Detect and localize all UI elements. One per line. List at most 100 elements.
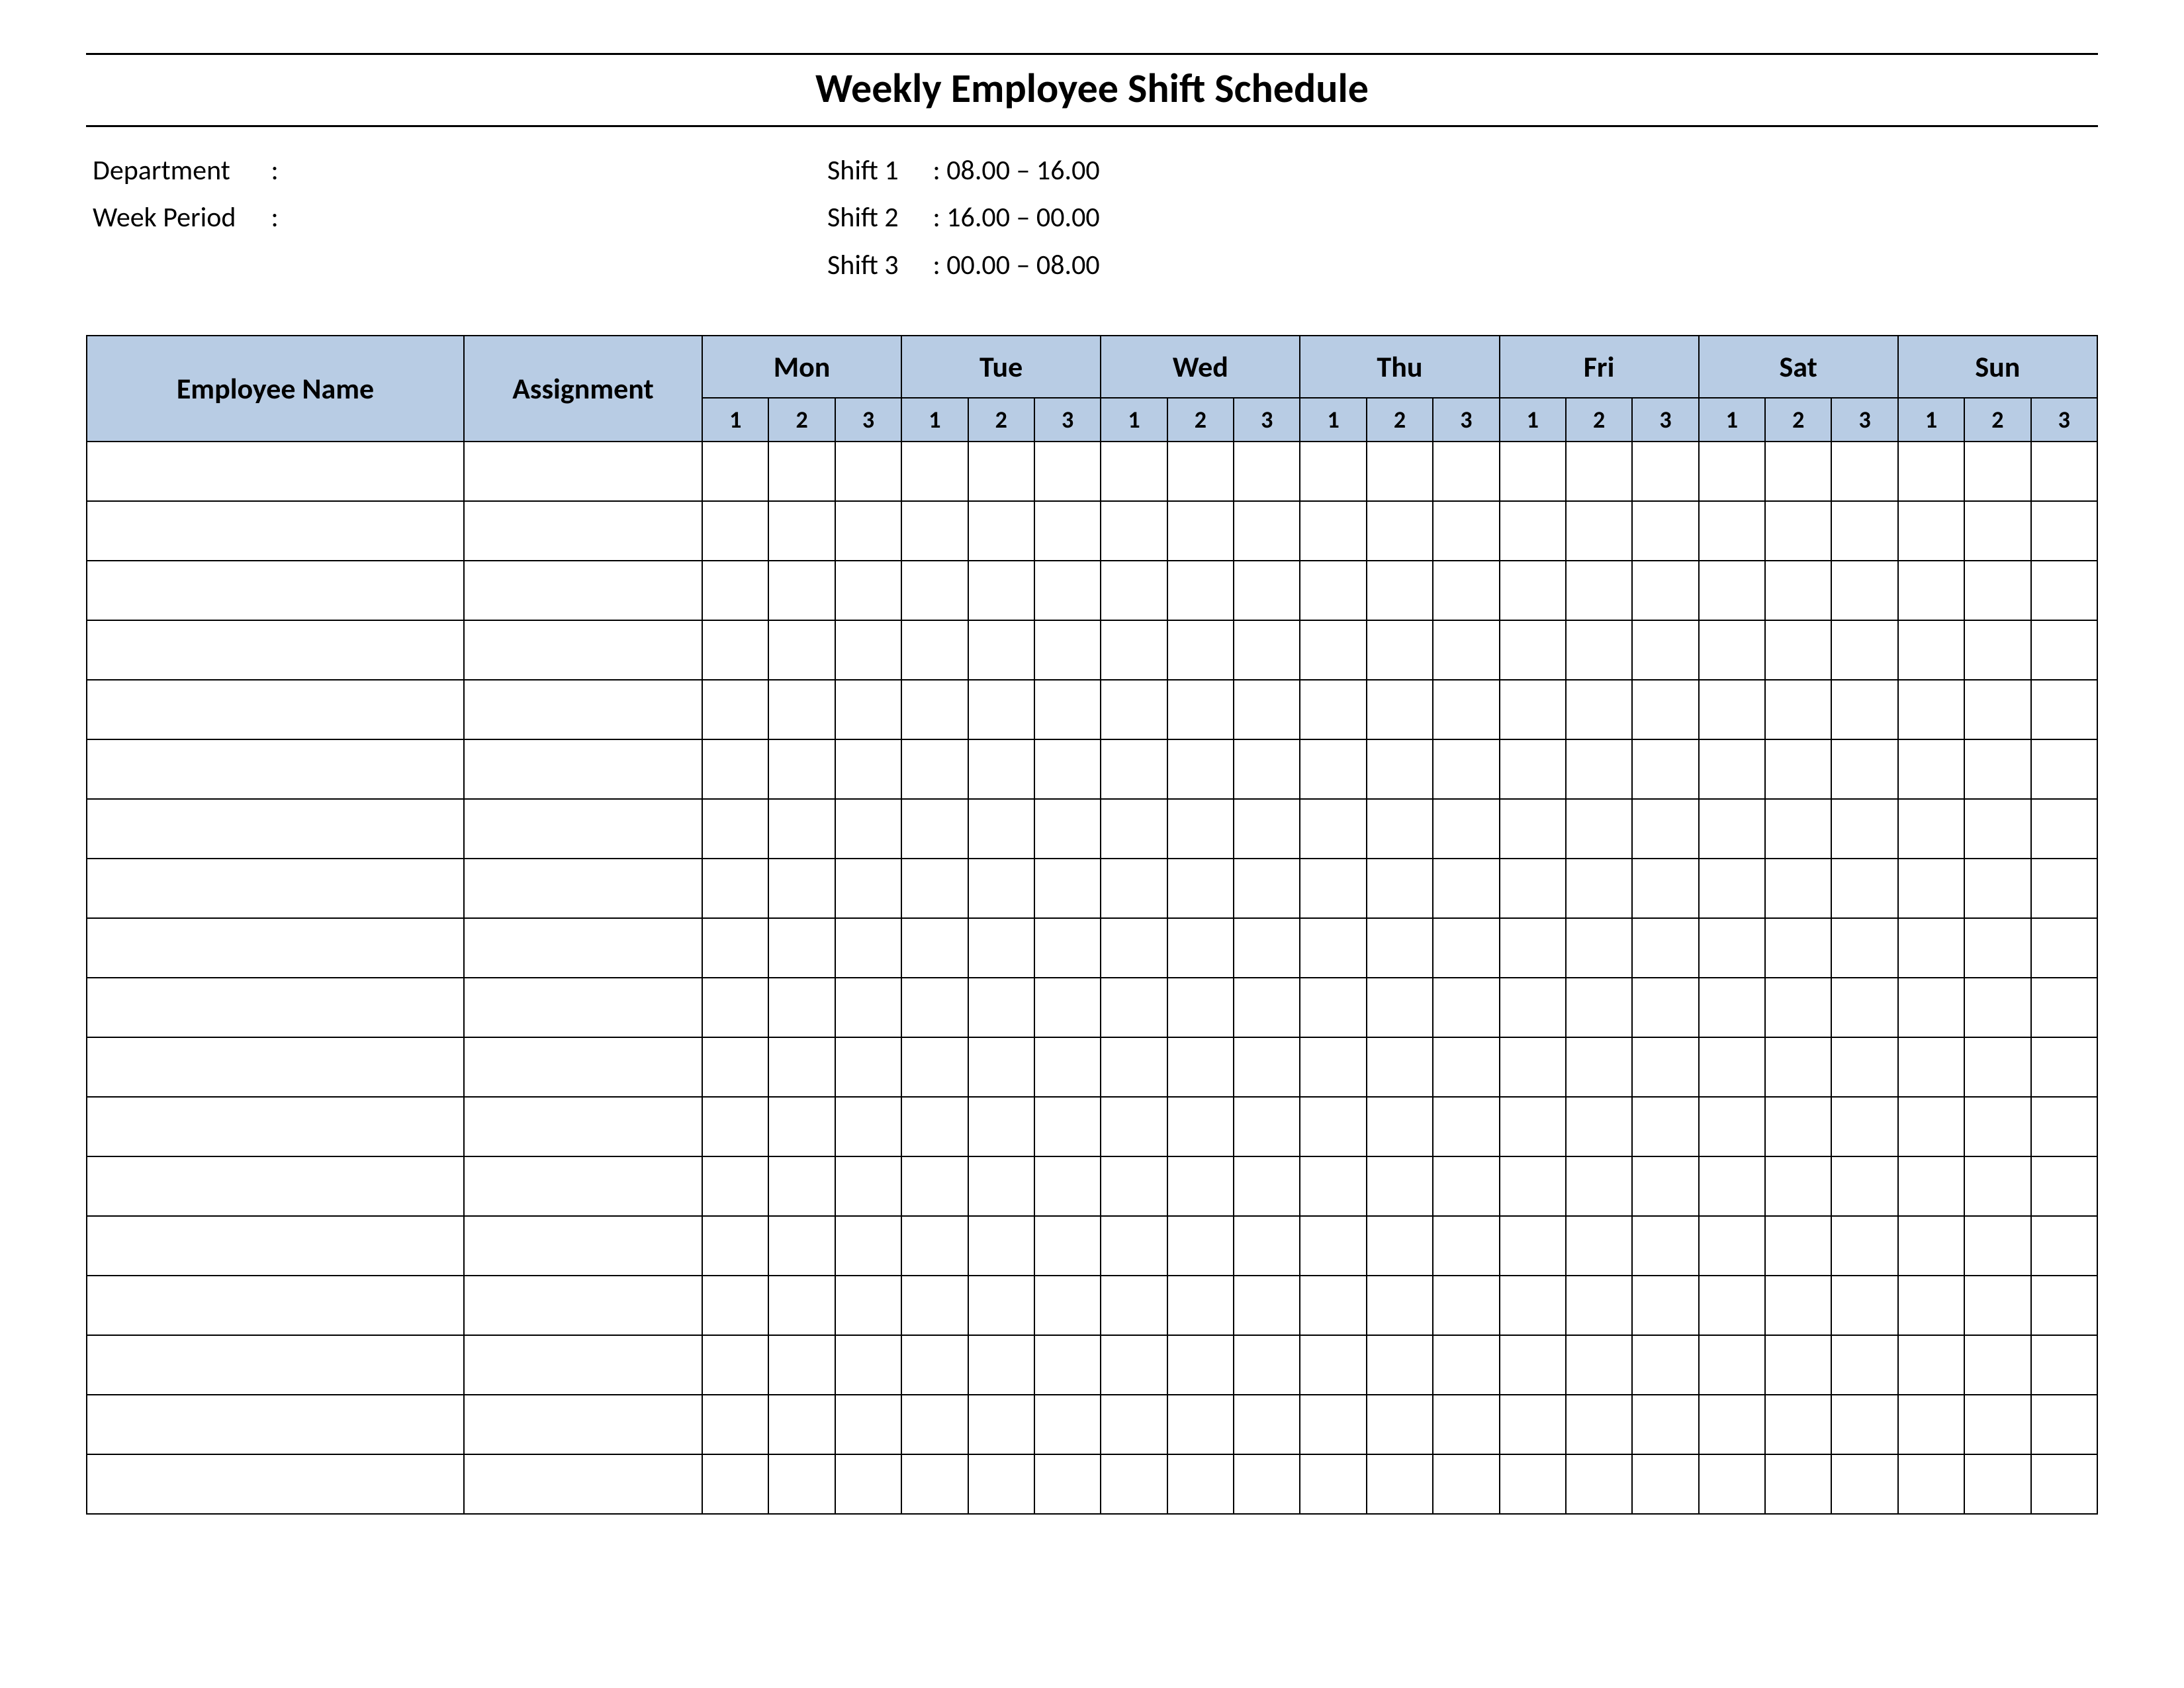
shift-cell[interactable]: [968, 501, 1034, 561]
shift-cell[interactable]: [835, 1037, 901, 1097]
shift-cell[interactable]: [1566, 859, 1632, 918]
shift-cell[interactable]: [1234, 442, 1300, 501]
shift-cell[interactable]: [768, 1335, 835, 1395]
shift-cell[interactable]: [1300, 442, 1366, 501]
shift-cell[interactable]: [1898, 620, 1964, 680]
shift-cell[interactable]: [1300, 680, 1366, 739]
shift-cell[interactable]: [1898, 1216, 1964, 1276]
shift-cell[interactable]: [1034, 799, 1101, 859]
shift-cell[interactable]: [1367, 1335, 1433, 1395]
shift-cell[interactable]: [1101, 620, 1167, 680]
shift-cell[interactable]: [1964, 1335, 2030, 1395]
shift-cell[interactable]: [1566, 799, 1632, 859]
shift-cell[interactable]: [1433, 1395, 1499, 1454]
shift-cell[interactable]: [1034, 1097, 1101, 1156]
shift-cell[interactable]: [968, 859, 1034, 918]
shift-cell[interactable]: [1167, 1037, 1234, 1097]
shift-cell[interactable]: [1367, 978, 1433, 1037]
shift-cell[interactable]: [901, 978, 968, 1037]
shift-cell[interactable]: [1500, 680, 1566, 739]
shift-cell[interactable]: [1167, 799, 1234, 859]
shift-cell[interactable]: [1831, 561, 1897, 620]
shift-cell[interactable]: [1300, 918, 1366, 978]
shift-cell[interactable]: [1433, 680, 1499, 739]
shift-cell[interactable]: [1101, 1454, 1167, 1514]
shift-cell[interactable]: [2031, 739, 2098, 799]
shift-cell[interactable]: [702, 1335, 768, 1395]
shift-cell[interactable]: [835, 1156, 901, 1216]
employee-name-cell[interactable]: [87, 561, 464, 620]
shift-cell[interactable]: [835, 1395, 901, 1454]
shift-cell[interactable]: [1234, 1216, 1300, 1276]
shift-cell[interactable]: [1300, 1156, 1366, 1216]
shift-cell[interactable]: [1167, 1156, 1234, 1216]
shift-cell[interactable]: [1167, 1454, 1234, 1514]
shift-cell[interactable]: [2031, 1395, 2098, 1454]
shift-cell[interactable]: [1034, 561, 1101, 620]
shift-cell[interactable]: [1699, 501, 1765, 561]
shift-cell[interactable]: [1566, 1395, 1632, 1454]
shift-cell[interactable]: [1367, 620, 1433, 680]
shift-cell[interactable]: [1367, 680, 1433, 739]
shift-cell[interactable]: [1566, 1454, 1632, 1514]
shift-cell[interactable]: [1433, 1216, 1499, 1276]
shift-cell[interactable]: [1898, 561, 1964, 620]
shift-cell[interactable]: [1433, 442, 1499, 501]
shift-cell[interactable]: [768, 561, 835, 620]
shift-cell[interactable]: [1566, 1216, 1632, 1276]
shift-cell[interactable]: [968, 739, 1034, 799]
shift-cell[interactable]: [1500, 1454, 1566, 1514]
shift-cell[interactable]: [1433, 1097, 1499, 1156]
shift-cell[interactable]: [1034, 739, 1101, 799]
shift-cell[interactable]: [1034, 1395, 1101, 1454]
shift-cell[interactable]: [1632, 1156, 1698, 1216]
assignment-cell[interactable]: [464, 1037, 702, 1097]
shift-cell[interactable]: [1101, 918, 1167, 978]
shift-cell[interactable]: [901, 1097, 968, 1156]
shift-cell[interactable]: [968, 1395, 1034, 1454]
shift-cell[interactable]: [1034, 1276, 1101, 1335]
shift-cell[interactable]: [1300, 1276, 1366, 1335]
shift-cell[interactable]: [1898, 859, 1964, 918]
shift-cell[interactable]: [1433, 1037, 1499, 1097]
shift-cell[interactable]: [1500, 620, 1566, 680]
shift-cell[interactable]: [1101, 561, 1167, 620]
shift-cell[interactable]: [1167, 620, 1234, 680]
shift-cell[interactable]: [1034, 1335, 1101, 1395]
shift-cell[interactable]: [1566, 918, 1632, 978]
shift-cell[interactable]: [1898, 680, 1964, 739]
shift-cell[interactable]: [901, 1156, 968, 1216]
shift-cell[interactable]: [1234, 561, 1300, 620]
shift-cell[interactable]: [1632, 442, 1698, 501]
shift-cell[interactable]: [835, 978, 901, 1037]
shift-cell[interactable]: [1500, 859, 1566, 918]
shift-cell[interactable]: [901, 918, 968, 978]
shift-cell[interactable]: [1034, 859, 1101, 918]
shift-cell[interactable]: [1500, 501, 1566, 561]
shift-cell[interactable]: [1101, 501, 1167, 561]
shift-cell[interactable]: [768, 1276, 835, 1335]
employee-name-cell[interactable]: [87, 1395, 464, 1454]
shift-cell[interactable]: [702, 1037, 768, 1097]
assignment-cell[interactable]: [464, 442, 702, 501]
shift-cell[interactable]: [1831, 1395, 1897, 1454]
shift-cell[interactable]: [1234, 978, 1300, 1037]
employee-name-cell[interactable]: [87, 620, 464, 680]
shift-cell[interactable]: [702, 501, 768, 561]
shift-cell[interactable]: [1765, 859, 1831, 918]
shift-cell[interactable]: [968, 1335, 1034, 1395]
shift-cell[interactable]: [1300, 501, 1366, 561]
shift-cell[interactable]: [1500, 561, 1566, 620]
shift-cell[interactable]: [702, 561, 768, 620]
shift-cell[interactable]: [1765, 1395, 1831, 1454]
shift-cell[interactable]: [901, 1454, 968, 1514]
shift-cell[interactable]: [901, 1335, 968, 1395]
shift-cell[interactable]: [1433, 918, 1499, 978]
shift-cell[interactable]: [1300, 1335, 1366, 1395]
shift-cell[interactable]: [1433, 799, 1499, 859]
shift-cell[interactable]: [1300, 1037, 1366, 1097]
shift-cell[interactable]: [1034, 918, 1101, 978]
shift-cell[interactable]: [1964, 1454, 2030, 1514]
employee-name-cell[interactable]: [87, 1335, 464, 1395]
shift-cell[interactable]: [1367, 442, 1433, 501]
